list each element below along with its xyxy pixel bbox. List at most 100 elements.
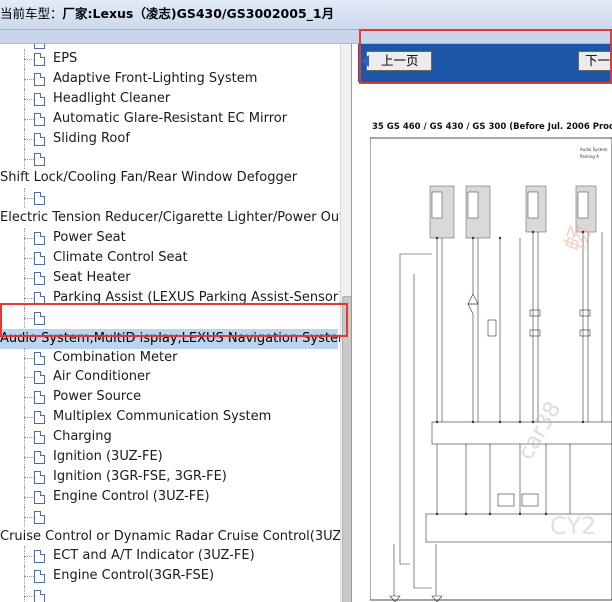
tree-connector — [24, 487, 25, 507]
tree-connector — [24, 109, 25, 129]
tree-item[interactable]: Combination Meter — [53, 348, 177, 368]
tree-connector — [24, 278, 34, 279]
tree-connector — [24, 49, 25, 69]
toolbar-band — [0, 30, 612, 44]
tree-connector — [24, 586, 25, 602]
document-icon — [34, 153, 45, 166]
document-icon — [34, 590, 45, 602]
tree-category[interactable]: Audio System,MultiD isplay,LEXUS Navigat… — [0, 329, 351, 349]
tree-connector — [24, 417, 34, 418]
tree-connector — [24, 159, 34, 160]
tree-item[interactable]: Sliding Roof — [53, 129, 130, 149]
tree-connector — [24, 596, 34, 597]
tree-connector — [24, 298, 34, 299]
tree-item[interactable]: Multiplex Communication System — [53, 407, 271, 427]
tree-scrollbar-thumb[interactable] — [342, 296, 351, 602]
tree-connector — [24, 318, 34, 319]
tree-connector — [24, 188, 25, 208]
document-icon — [34, 93, 45, 106]
tree-item[interactable]: Climate Control Seat — [53, 248, 188, 268]
tree-item[interactable]: Air Conditioner — [53, 367, 150, 387]
tree-category[interactable]: Shift Lock/Cooling Fan/Rear Window Defog… — [0, 168, 297, 188]
page-nav-bar: 上一页 下一 — [358, 44, 612, 82]
document-icon — [34, 431, 45, 444]
tree-item[interactable]: Engine Control(3GR-FSE) — [53, 566, 214, 586]
tree-item[interactable]: Engine Control (3UZ-FE) — [53, 487, 210, 507]
tree-connector — [24, 149, 25, 169]
tree-connector — [24, 348, 25, 368]
diagram-subheader: Parking A — [580, 154, 599, 159]
diagram-viewer: 上一页 下一 35 GS 460 / GS 430 / GS 300 (Befo… — [352, 44, 612, 602]
tree-connector — [24, 129, 25, 149]
tree-connector — [24, 59, 34, 60]
arrow-left-icon — [361, 55, 369, 67]
watermark-text: car38 — [514, 398, 567, 465]
tree-connector — [24, 387, 25, 407]
document-icon — [34, 411, 45, 424]
next-page-button[interactable]: 下一 — [578, 51, 612, 71]
document-icon — [34, 471, 45, 484]
current-model-label: 当前车型： — [0, 6, 63, 21]
watermark-text-2: CY2 — [550, 512, 596, 540]
tree-item[interactable]: Seat Heater — [53, 268, 131, 288]
current-model-value: 厂家:Lexus（凌志)GS430/GS3002005_1月 — [62, 6, 335, 21]
tree-connector — [24, 228, 25, 248]
tree-connector — [24, 367, 25, 387]
tree-category[interactable]: Cruise Control or Dynamic Radar Cruise C… — [0, 527, 351, 547]
diagram-header: Audio System — [580, 147, 608, 152]
tree-connector — [24, 467, 25, 487]
wiring-diagram: Audio System Parking A 畅 car38 CY2 — [370, 137, 612, 602]
tree-item[interactable]: ECT and A/T Indicator (3UZ-FE) — [53, 546, 255, 566]
tree-connector — [24, 139, 34, 140]
tree-connector — [24, 258, 34, 259]
tree-connector — [24, 507, 25, 527]
tree-connector — [24, 517, 34, 518]
document-icon — [34, 570, 45, 583]
document-icon — [34, 133, 45, 146]
tree-item[interactable]: Headlight Cleaner — [53, 89, 170, 109]
tree-connector — [24, 248, 25, 268]
tree-connector — [24, 198, 34, 199]
tree-connector — [24, 79, 34, 80]
tree-item[interactable]: Power Source — [53, 387, 141, 407]
document-icon — [34, 550, 45, 563]
document-icon — [34, 53, 45, 66]
tree-connector — [24, 377, 34, 378]
tree-item[interactable]: Power Seat — [53, 228, 126, 248]
tree-connector — [24, 477, 34, 478]
tree-scrollbar[interactable] — [340, 44, 351, 602]
document-icon — [34, 371, 45, 384]
tree-item[interactable]: Adaptive Front-Lighting System — [53, 69, 257, 89]
tree-connector — [24, 238, 34, 239]
chapter-tree[interactable]: EPS Adaptive Front-Lighting System Headlig… — [0, 44, 352, 602]
tree-connector — [24, 358, 34, 359]
diagram-title: 35 GS 460 / GS 430 / GS 300 (Before Jul.… — [372, 122, 612, 132]
document-icon — [34, 73, 45, 86]
next-page-label: 下一 — [585, 53, 611, 68]
tree-connector — [24, 457, 34, 458]
tree-item[interactable]: Ignition (3GR-FSE, 3GR-FE) — [53, 467, 227, 487]
tree-item[interactable]: Ignition (3UZ-FE) — [53, 447, 163, 467]
tree-connector — [24, 397, 34, 398]
prev-page-button[interactable]: 上一页 — [361, 51, 432, 71]
document-icon — [34, 451, 45, 464]
document-icon — [34, 192, 45, 205]
document-icon — [34, 352, 45, 365]
tree-connector — [24, 407, 25, 427]
current-model-bar: 当前车型：厂家:Lexus（凌志)GS430/GS3002005_1月 — [0, 0, 612, 30]
tree-connector — [24, 546, 25, 566]
tree-item[interactable]: Automatic Glare-Resistant EC Mirror — [53, 109, 287, 129]
tree-connector — [24, 268, 25, 288]
tree-item[interactable]: EPS — [53, 49, 77, 69]
tree-item[interactable]: Charging — [53, 427, 112, 447]
tree-connector — [24, 556, 34, 557]
tree-connector — [24, 308, 25, 328]
tree-item[interactable]: Parking Assist (LEXUS Parking Assist-Sen… — [53, 288, 343, 308]
document-icon — [34, 44, 45, 49]
tree-connector — [24, 437, 34, 438]
tree-connector — [24, 447, 25, 467]
document-icon — [34, 292, 45, 305]
document-icon — [34, 113, 45, 126]
tree-category[interactable]: Electric Tension Reducer/Cigarette Light… — [0, 208, 351, 228]
document-icon — [34, 391, 45, 404]
